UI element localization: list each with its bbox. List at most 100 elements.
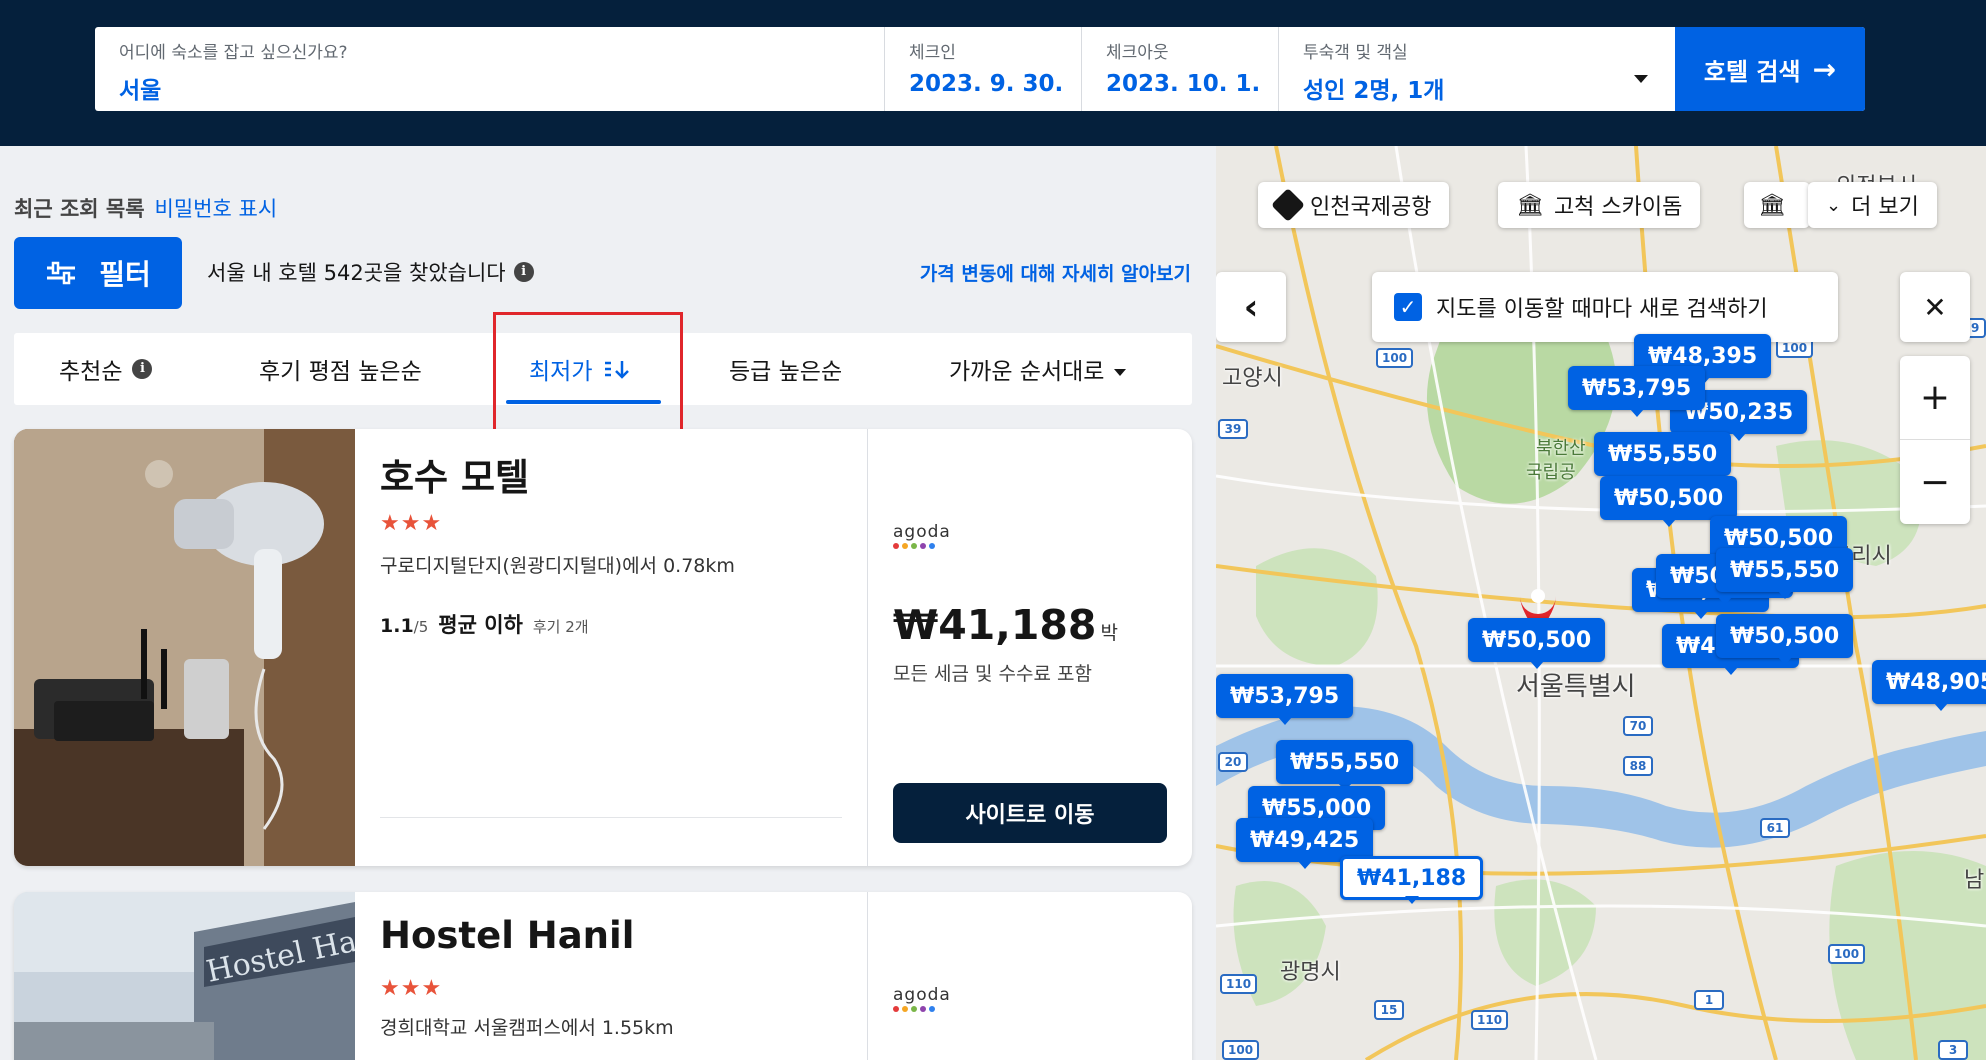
- star-rating: ★★★: [380, 976, 443, 1001]
- go-to-site-button[interactable]: 사이트로 이동: [893, 783, 1167, 843]
- sort-tab-label: 추천순: [59, 359, 123, 385]
- destination-value[interactable]: 서울: [119, 71, 884, 105]
- hotel-info: 호수 모텔 ★★★ 구로디지털단지(원광디지털대)에서 0.78km 1.1/5…: [355, 429, 867, 866]
- agoda-logo: agoda: [893, 985, 951, 1012]
- show-password-link[interactable]: 비밀번호 표시: [155, 197, 278, 221]
- map-price-marker-selected[interactable]: ₩41,188: [1340, 856, 1484, 904]
- sort-tab-recommended[interactable]: 추천순 i: [59, 333, 153, 405]
- map-price-marker[interactable]: ₩53,795: [1216, 674, 1354, 725]
- map-price-marker[interactable]: ₩55,550: [1276, 740, 1414, 791]
- highlight-box: [493, 312, 683, 433]
- map-price-marker[interactable]: ₩50,500: [1468, 618, 1606, 669]
- checkout-label: 체크아웃: [1106, 43, 1169, 63]
- hotel-photo-image: [14, 429, 355, 866]
- star-rating: ★★★: [380, 511, 443, 536]
- landmark-icon: 🏛: [1516, 192, 1544, 218]
- map-chip-label: 고척 스카이돔: [1553, 195, 1683, 220]
- hotel-photo-image: Hostel Ha: [14, 892, 360, 1060]
- hotel-price-panel: agoda: [867, 892, 1192, 1060]
- map-price-marker[interactable]: ₩50,500: [1600, 476, 1738, 527]
- hotel-price-panel: agoda ₩41,188 박 모든 세금 및 수수료 포함 사이트로 이동: [867, 429, 1192, 866]
- info-icon[interactable]: i: [132, 359, 153, 379]
- highway-shield: 100: [1222, 1040, 1260, 1060]
- review-rating: 1.1/5 평균 이하 후기 2개: [380, 609, 589, 639]
- guests-value[interactable]: 성인 2명, 1개: [1303, 71, 1670, 105]
- sort-tab-distance[interactable]: 가까운 순서대로: [949, 333, 1127, 405]
- map-label-goyang: 고양시: [1222, 366, 1283, 391]
- score-value: 1.1: [380, 615, 414, 637]
- review-count: 후기 2개: [532, 618, 589, 636]
- guests-label: 투숙객 및 객실: [1303, 43, 1408, 63]
- results-count: 서울 내 호텔 542곳을 찾았습니다 i: [207, 257, 534, 287]
- recent-views-title: 최근 조회 목록: [14, 197, 145, 221]
- map-chip-gocheok-skydome[interactable]: 🏛 고척 스카이돔: [1498, 182, 1701, 228]
- price-change-link[interactable]: 가격 변동에 대해 자세히 알아보기: [920, 259, 1191, 286]
- hotel-search-button[interactable]: 호텔 검색 →: [1675, 27, 1865, 111]
- map-label-national-park: 국립공: [1526, 462, 1576, 483]
- hotel-card[interactable]: Hostel Ha Hostel Hanil ★★★ 경희대학교 서울캠퍼스에서…: [14, 892, 1192, 1060]
- sort-tab-label: 후기 평점 높은순: [259, 359, 422, 385]
- map-label-seoul: 서울특별시: [1516, 672, 1636, 702]
- price-unit: 박: [1100, 622, 1118, 644]
- map-chip-landmark[interactable]: 🏛: [1744, 182, 1810, 228]
- search-as-map-moves-label: 지도를 이동할 때마다 새로 검색하기: [1436, 297, 1768, 322]
- score-max: /5: [413, 618, 429, 636]
- highway-shield: 15: [1374, 1000, 1404, 1020]
- filter-label: 필터: [99, 258, 151, 291]
- agoda-logo: agoda: [893, 522, 951, 549]
- price-value: ₩41,188: [893, 601, 1097, 649]
- hotel-price: ₩41,188 박: [893, 601, 1118, 649]
- map-price-marker[interactable]: ₩50,500: [1716, 614, 1854, 665]
- map-price-marker[interactable]: ₩53,795: [1568, 366, 1706, 417]
- caret-down-icon: [1114, 368, 1127, 376]
- search-as-map-moves-toggle[interactable]: ✓ 지도를 이동할 때마다 새로 검색하기: [1372, 272, 1838, 342]
- caret-down-icon[interactable]: [1634, 75, 1648, 83]
- divider: [380, 817, 842, 818]
- checkout-field[interactable]: 체크아웃 2023. 10. 1.: [1082, 27, 1279, 111]
- hotel-photo[interactable]: Hostel Ha: [14, 892, 360, 1060]
- highway-shield: 3: [1938, 1040, 1968, 1060]
- hotel-card[interactable]: 호수 모텔 ★★★ 구로디지털단지(원광디지털대)에서 0.78km 1.1/5…: [14, 429, 1192, 866]
- zoom-in-button[interactable]: +: [1900, 356, 1970, 440]
- map-label-bukhansan: 북한산: [1536, 438, 1586, 459]
- map-price-marker[interactable]: ₩55,550: [1594, 432, 1732, 483]
- checkout-value[interactable]: 2023. 10. 1.: [1106, 71, 1278, 97]
- map-label-gwangmyeong: 광명시: [1280, 960, 1341, 985]
- highway-shield: 70: [1623, 716, 1653, 736]
- map-price-marker[interactable]: ₩48,905: [1872, 660, 1986, 711]
- highway-shield: 61: [1760, 818, 1790, 838]
- checkbox-checked-icon[interactable]: ✓: [1394, 293, 1422, 321]
- hotel-photo[interactable]: [14, 429, 355, 866]
- map-chip-incheon-airport[interactable]: 인천국제공항: [1258, 182, 1450, 228]
- checkin-value[interactable]: 2023. 9. 30.: [909, 71, 1081, 97]
- hotel-info: Hostel Hanil ★★★ 경희대학교 서울캠퍼스에서 1.55km: [355, 892, 867, 1060]
- checkin-label: 체크인: [909, 43, 956, 63]
- map-chip-label: 인천국제공항: [1310, 195, 1432, 220]
- map-label-nam: 남: [1964, 868, 1985, 893]
- hotel-distance: 경희대학교 서울캠퍼스에서 1.55km: [380, 1017, 674, 1039]
- highway-shield: 39: [1218, 419, 1248, 439]
- checkin-field[interactable]: 체크인 2023. 9. 30.: [885, 27, 1082, 111]
- map-panel[interactable]: 고양시 서울특별시 광명시 북한산 국립공 구리시 의정부시 남 100 39 …: [1216, 146, 1986, 1060]
- results-count-text: 서울 내 호텔 542곳을 찾았습니다: [207, 261, 506, 285]
- map-close-button[interactable]: ✕: [1900, 272, 1970, 342]
- zoom-out-button[interactable]: −: [1900, 440, 1970, 524]
- sort-tab-label: 가까운 순서대로: [949, 359, 1105, 385]
- provider-name: agoda: [893, 522, 951, 542]
- hotel-name[interactable]: 호수 모텔: [380, 447, 529, 501]
- map-back-button[interactable]: ‹: [1216, 272, 1286, 342]
- filter-button[interactable]: 필터: [14, 237, 182, 309]
- map-price-marker[interactable]: ₩55,550: [1716, 548, 1854, 599]
- info-icon[interactable]: i: [513, 262, 534, 282]
- guests-field[interactable]: 투숙객 및 객실 성인 2명, 1개: [1279, 27, 1670, 111]
- map-chip-more[interactable]: ⌄ 더 보기: [1808, 182, 1937, 228]
- zoom-control: + −: [1900, 356, 1970, 524]
- highway-shield: 20: [1218, 752, 1248, 772]
- map-chip-label: 더 보기: [1851, 195, 1919, 220]
- hotel-name[interactable]: Hostel Hanil: [380, 914, 634, 957]
- sort-tab-class[interactable]: 등급 높은순: [729, 333, 842, 405]
- highway-shield: 1: [1694, 990, 1724, 1010]
- top-search-bar: 어디에 숙소를 잡고 싶으신가요? 서울 체크인 2023. 9. 30. 체크…: [0, 0, 1986, 146]
- sort-tab-rating[interactable]: 후기 평점 높은순: [259, 333, 422, 405]
- destination-field[interactable]: 어디에 숙소를 잡고 싶으신가요? 서울: [95, 27, 885, 111]
